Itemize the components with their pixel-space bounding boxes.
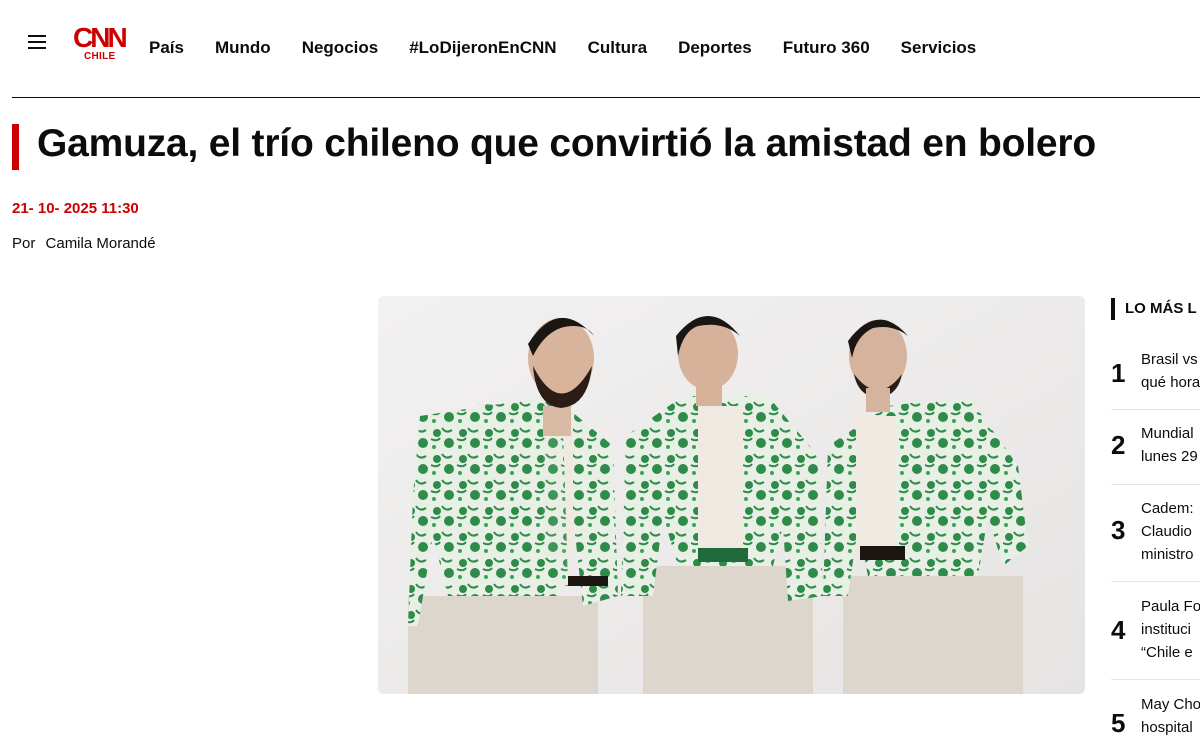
most-read-line: Claudio bbox=[1141, 523, 1192, 540]
most-read-sidebar: LO MÁS L 1 Brasil vs qué hora 2 Mundial … bbox=[1111, 296, 1200, 737]
most-read-line: instituci bbox=[1141, 621, 1192, 638]
most-read-line: May Cho bbox=[1141, 696, 1200, 713]
most-read-line: qué hora bbox=[1141, 374, 1200, 391]
most-read-rank: 3 bbox=[1111, 515, 1126, 545]
nav-item-cultura[interactable]: Cultura bbox=[588, 38, 648, 58]
most-read-line: Cadem: bbox=[1141, 500, 1194, 517]
nav-item-mundo[interactable]: Mundo bbox=[215, 38, 271, 58]
cnn-chile-logo[interactable]: CNN CHILE bbox=[72, 22, 130, 64]
most-read-item[interactable]: 1 Brasil vs qué hora bbox=[1111, 340, 1200, 410]
nav-item-negocios[interactable]: Negocios bbox=[302, 38, 379, 58]
logo-wordmark: CNN bbox=[73, 22, 126, 52]
most-read-item[interactable]: 4 Paula Fo instituci “Chile e bbox=[1111, 582, 1200, 680]
most-read-line: lunes 29 bbox=[1141, 448, 1198, 465]
most-read-line: “Chile e bbox=[1141, 644, 1193, 661]
most-read-line: hospital bbox=[1141, 719, 1193, 736]
site-header: CNN CHILE País Mundo Negocios #LoDijeron… bbox=[0, 0, 1200, 98]
most-read-rank: 2 bbox=[1111, 430, 1126, 460]
nav-item-deportes[interactable]: Deportes bbox=[678, 38, 752, 58]
nav-item-servicios[interactable]: Servicios bbox=[901, 38, 977, 58]
sidebar-title-bar bbox=[1111, 298, 1115, 320]
most-read-line: Brasil vs bbox=[1141, 351, 1198, 368]
menu-icon[interactable] bbox=[28, 35, 46, 49]
nav-item-pais[interactable]: País bbox=[149, 38, 184, 58]
logo-subtitle: CHILE bbox=[84, 51, 116, 62]
most-read-line: Mundial bbox=[1141, 425, 1194, 442]
byline-prefix: Por bbox=[12, 235, 36, 252]
article-date: 21- 10- 2025 11:30 bbox=[12, 200, 139, 217]
sidebar-title: LO MÁS L bbox=[1125, 300, 1197, 317]
article-title: Gamuza, el trío chileno que convirtió la… bbox=[37, 122, 1096, 165]
main-nav: País Mundo Negocios #LoDijeronEnCNN Cult… bbox=[149, 38, 1007, 58]
most-read-item[interactable]: 2 Mundial lunes 29 bbox=[1111, 410, 1200, 485]
most-read-line: ministro bbox=[1141, 546, 1194, 563]
nav-item-futuro-360[interactable]: Futuro 360 bbox=[783, 38, 870, 58]
nav-item-lodijeronencnn[interactable]: #LoDijeronEnCNN bbox=[409, 38, 556, 58]
most-read-rank: 1 bbox=[1111, 358, 1126, 388]
byline: Por Camila Morandé bbox=[12, 235, 156, 252]
most-read-item[interactable]: 3 Cadem: Claudio ministro bbox=[1111, 485, 1200, 582]
article-hero-image[interactable] bbox=[378, 296, 1085, 694]
header-divider bbox=[12, 97, 1200, 98]
most-read-item[interactable]: 5 May Cho hospital bbox=[1111, 680, 1200, 737]
author-link[interactable]: Camila Morandé bbox=[46, 235, 156, 252]
most-read-rank: 5 bbox=[1111, 708, 1126, 737]
most-read-line: Paula Fo bbox=[1141, 598, 1200, 615]
headline-accent-bar bbox=[12, 124, 19, 170]
most-read-rank: 4 bbox=[1111, 615, 1126, 645]
